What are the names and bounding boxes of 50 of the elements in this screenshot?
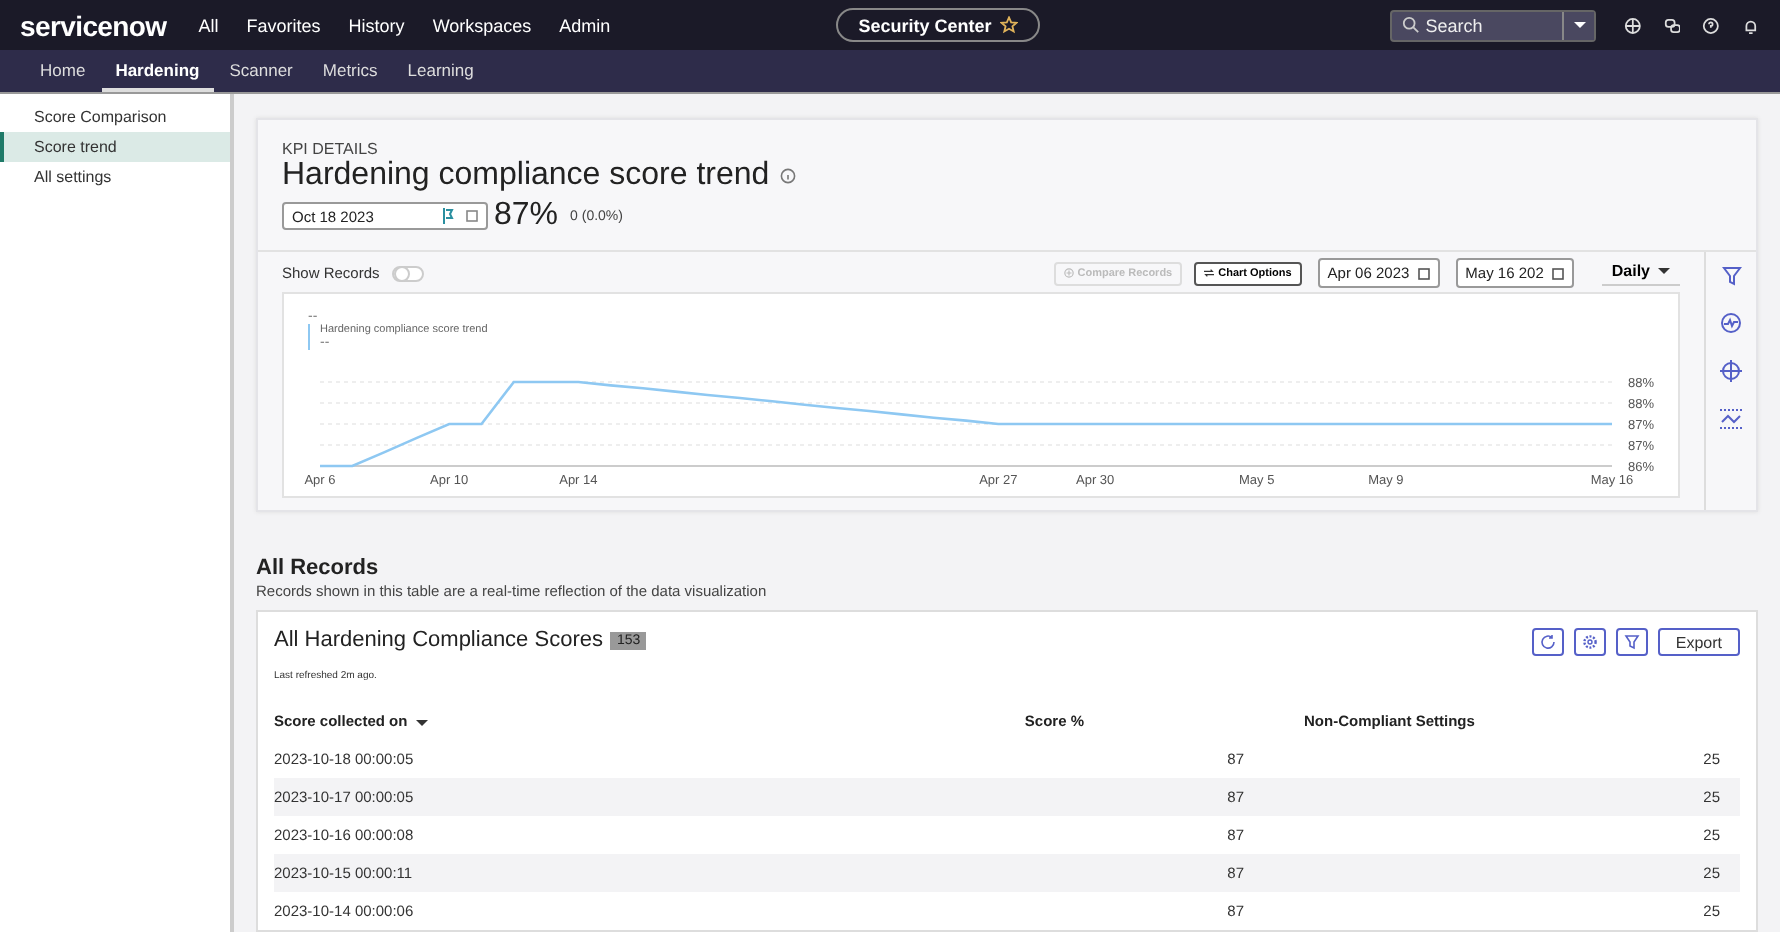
menu-link[interactable]: Favorites <box>246 15 321 35</box>
logo[interactable]: servicenow <box>20 9 167 41</box>
nav-tab[interactable]: Home <box>26 50 100 92</box>
nav-tab[interactable]: Metrics <box>308 50 392 92</box>
chat-icon[interactable] <box>1663 15 1681 35</box>
sort-caret-icon[interactable] <box>415 719 428 726</box>
settings-icon <box>1581 634 1598 650</box>
filter-button[interactable] <box>1615 628 1648 656</box>
sidebar-item[interactable]: Score trend <box>0 132 230 162</box>
interval-dropdown[interactable]: Daily <box>1601 261 1680 285</box>
plus-circle-icon <box>1063 268 1074 278</box>
nav-tab[interactable]: Learning <box>393 50 488 92</box>
search-input[interactable]: Search <box>1419 15 1592 35</box>
help-icon[interactable] <box>1702 15 1721 35</box>
settings-button[interactable] <box>1573 628 1606 656</box>
kpi-title: Hardening compliance score trend <box>282 158 770 194</box>
refresh-icon <box>1539 634 1556 650</box>
menu-link[interactable]: Admin <box>559 15 611 35</box>
star-icon <box>999 16 1018 34</box>
pulse-icon[interactable] <box>1720 312 1742 334</box>
table-title: All Hardening Compliance Scores <box>274 628 603 652</box>
dropdown-caret-icon[interactable] <box>1561 11 1594 39</box>
menu-link[interactable]: All <box>198 15 219 35</box>
globe-icon[interactable] <box>1623 15 1642 35</box>
workspace-title-button[interactable]: Security Center <box>836 8 1040 42</box>
calendar-icon <box>1551 267 1564 279</box>
export-button[interactable]: Export <box>1657 628 1740 656</box>
toggle-switch[interactable] <box>391 265 424 281</box>
bell-icon[interactable] <box>1742 15 1760 35</box>
score-value: 87% <box>494 198 559 234</box>
filter-icon <box>1623 634 1640 650</box>
flag-icon[interactable] <box>442 208 456 224</box>
filter-icon[interactable] <box>1721 266 1741 286</box>
search-icon <box>1401 16 1420 34</box>
section-title: All Records <box>256 556 381 580</box>
menu-link[interactable]: Workspaces <box>432 15 532 35</box>
calendar-icon <box>1417 267 1430 279</box>
sidebar-item[interactable]: All settings <box>0 162 230 192</box>
caret-icon <box>1658 267 1670 274</box>
arrows-icon <box>1204 268 1215 278</box>
sidebar-item[interactable]: Score Comparison <box>0 102 230 132</box>
nav-tab[interactable]: Scanner <box>215 50 307 92</box>
trend-line-icon[interactable] <box>1720 408 1742 430</box>
menu-link[interactable]: History <box>348 15 405 35</box>
info-icon[interactable] <box>779 168 796 184</box>
refresh-button[interactable] <box>1531 628 1564 656</box>
crosshair-icon[interactable] <box>1720 360 1742 382</box>
section-label: KPI DETAILS <box>282 140 380 158</box>
calendar-icon[interactable] <box>466 210 478 222</box>
search-field[interactable]: Search <box>1389 9 1596 41</box>
